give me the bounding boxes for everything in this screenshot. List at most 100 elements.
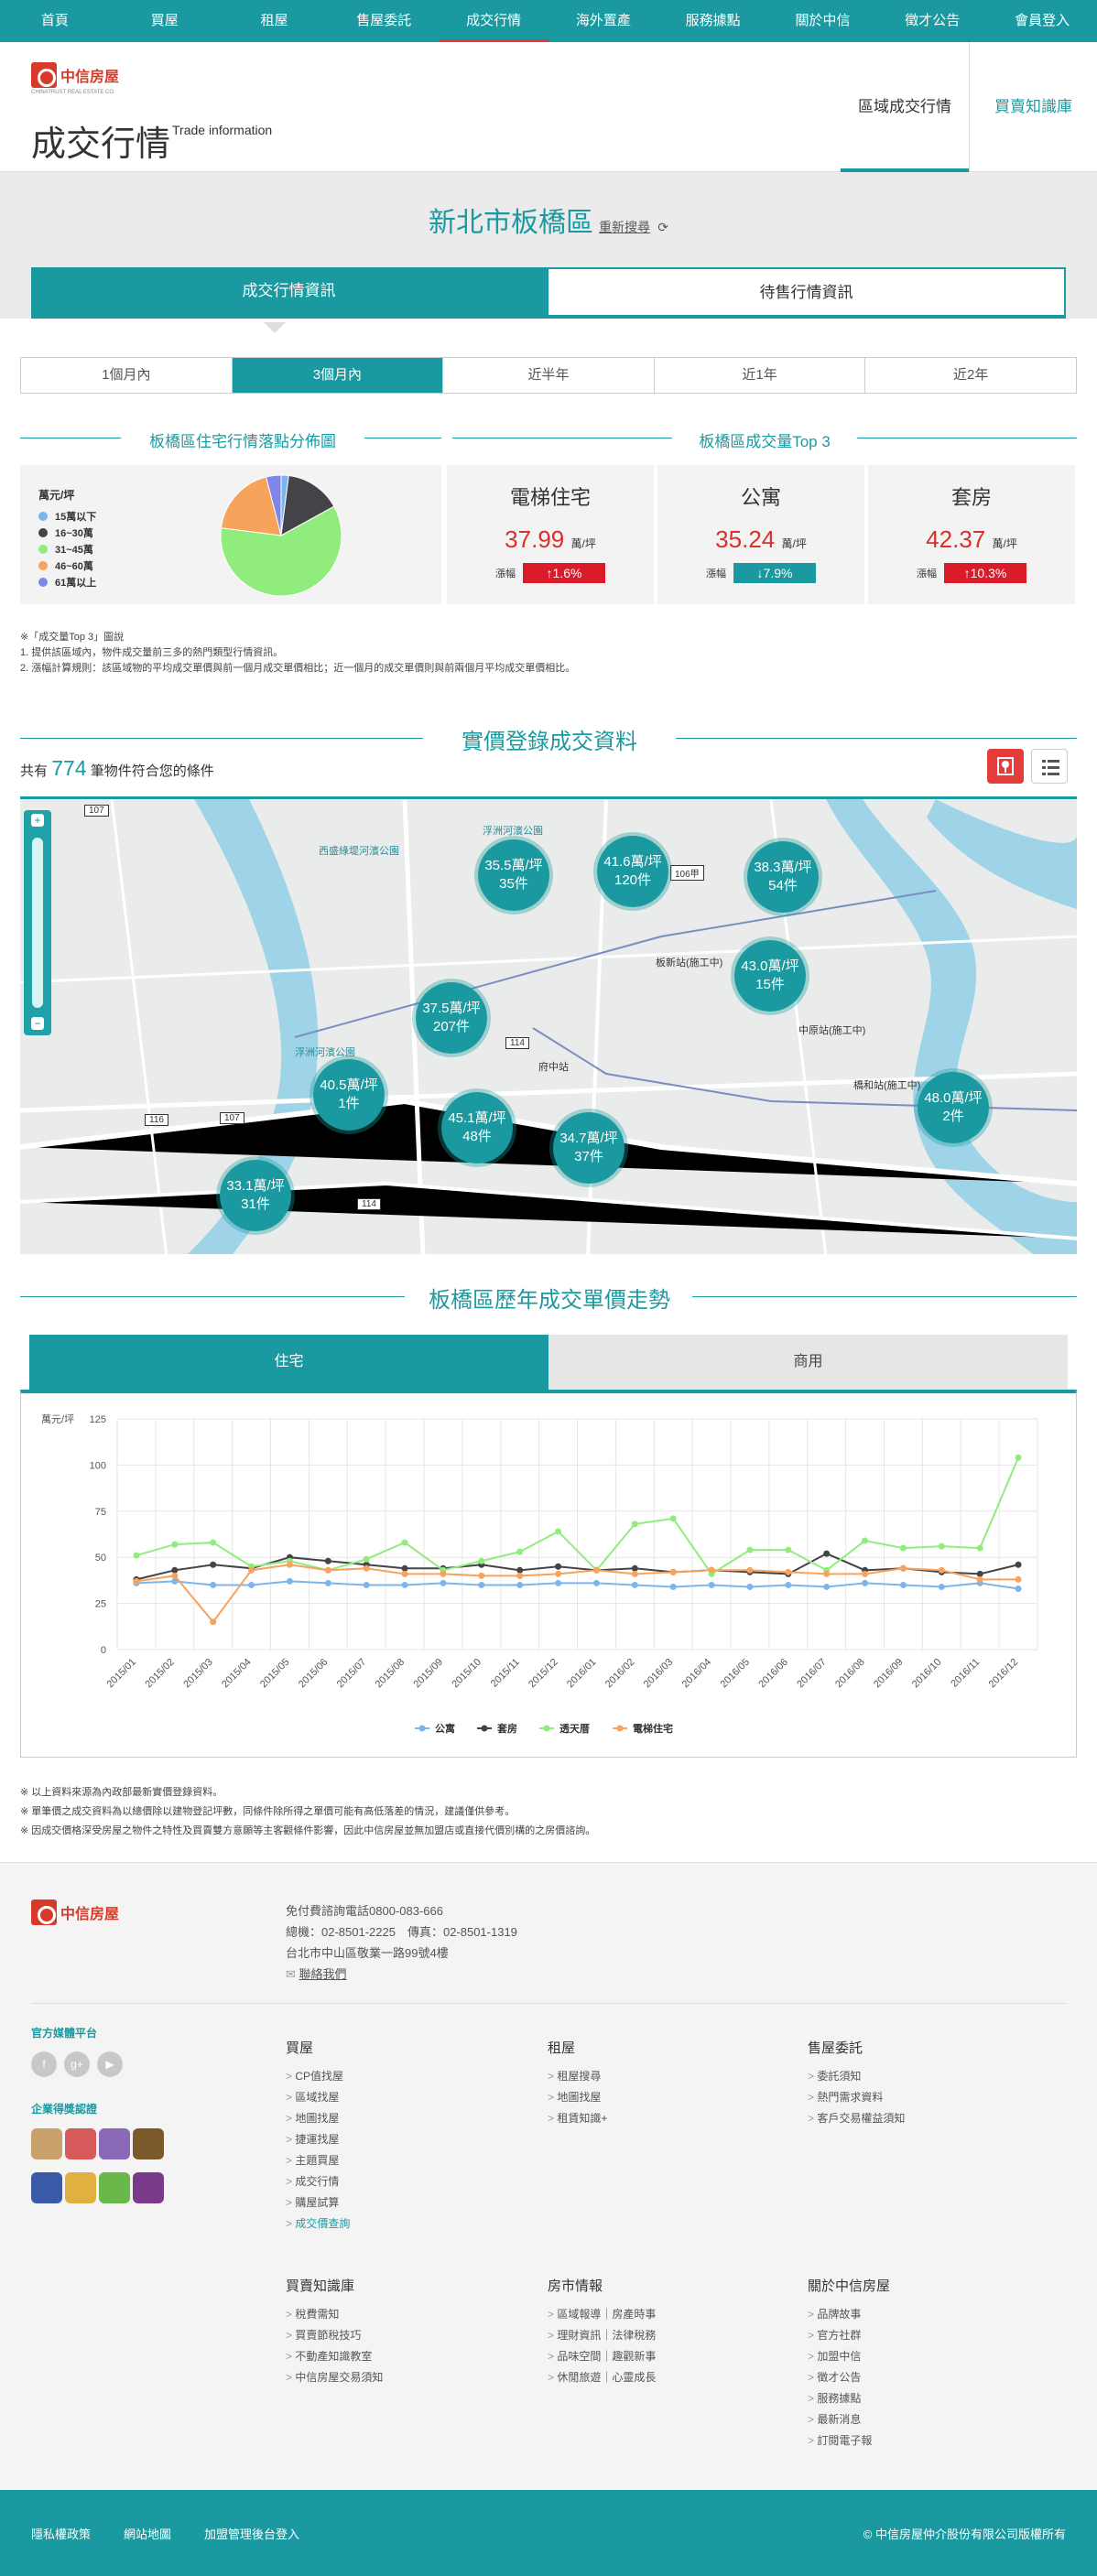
footer-link[interactable]: 休閒旅遊｜心靈成長 xyxy=(548,2367,656,2388)
top3-card: 電梯住宅 37.99 萬/坪 漲幅 ↑1.6% xyxy=(447,465,654,604)
footer-link[interactable]: 成交價查詢 xyxy=(286,2213,350,2235)
footer-link[interactable]: 中信房屋交易須知 xyxy=(286,2367,383,2388)
nav-overseas[interactable]: 海外置產 xyxy=(548,0,658,42)
contact-link[interactable]: ✉ 聯絡我們 xyxy=(286,1964,517,1985)
footer-link[interactable]: 加盟中信 xyxy=(808,2346,890,2367)
map-cluster[interactable]: 48.0萬/坪 2件 xyxy=(914,1068,993,1147)
disclaimers: ※ 以上資料來源為內政部最新實價登錄資料。 ※ 單筆價之成交資料為以總價除以建物… xyxy=(20,1787,596,1836)
nav-trade[interactable]: 成交行情 xyxy=(439,0,548,42)
map-label: 橋和站(施工中) xyxy=(853,1080,921,1091)
sitemap-link[interactable]: 網站地圖 xyxy=(124,2525,171,2542)
x-tick-label: 2015/01 xyxy=(104,1657,138,1691)
nav-login[interactable]: 會員登入 xyxy=(987,0,1097,42)
footer-link[interactable]: 品味空間｜趣觀新事 xyxy=(548,2346,656,2367)
x-tick-label: 2016/07 xyxy=(795,1657,829,1691)
legend-marker xyxy=(418,1725,426,1732)
list-view-button[interactable] xyxy=(1031,749,1068,784)
map-cluster[interactable]: 38.3萬/坪 54件 xyxy=(744,838,822,916)
link-knowledge[interactable]: 買賣知識庫 xyxy=(969,42,1097,172)
footer-link[interactable]: 稅費需知 xyxy=(286,2304,383,2325)
footer-link[interactable]: 熱門需求資料 xyxy=(808,2087,905,2108)
footer-link[interactable]: 主題買屋 xyxy=(286,2150,350,2171)
googleplus-icon[interactable]: g+ xyxy=(64,2051,90,2077)
road-shield: 116 xyxy=(145,1114,168,1126)
map-zoom-control[interactable]: + − xyxy=(24,810,51,1035)
pie-legend-item: 46~60萬 xyxy=(38,558,93,573)
nav-buy[interactable]: 買屋 xyxy=(110,0,220,42)
map-cluster[interactable]: 35.5萬/坪 35件 xyxy=(474,836,553,915)
footer-link[interactable]: 購屋試算 xyxy=(286,2192,350,2213)
period-3m[interactable]: 3個月內 xyxy=(232,358,444,393)
mail-icon: ✉ xyxy=(286,1967,296,1981)
tab-residential[interactable]: 住宅 xyxy=(29,1335,548,1390)
map-cluster[interactable]: 34.7萬/坪 37件 xyxy=(549,1109,628,1187)
footer-link[interactable]: 不動產知識教室 xyxy=(286,2346,383,2367)
zoom-out-icon[interactable]: − xyxy=(31,1017,44,1030)
data-point xyxy=(785,1546,792,1553)
brand-name: 中信房屋 xyxy=(60,70,120,85)
data-point xyxy=(899,1581,907,1588)
reselect-link[interactable]: 重新搜尋 xyxy=(599,220,650,234)
footer-link[interactable]: 官方社群 xyxy=(808,2325,890,2346)
footer-link[interactable]: 訂閱電子報 xyxy=(808,2430,890,2452)
map-cluster[interactable]: 33.1萬/坪 31件 xyxy=(216,1156,295,1235)
footer-link[interactable]: 客戶交易權益須知 xyxy=(808,2108,905,2129)
map-area[interactable]: 浮洲河濱公園 浮洲河濱公園 西盛綠堤河濱公園 板新站(施工中) 中原站(施工中)… xyxy=(20,796,1077,1254)
period-6m[interactable]: 近半年 xyxy=(443,358,655,393)
nav-about[interactable]: 關於中信 xyxy=(768,0,878,42)
footer-link[interactable]: 區域報導｜房產時事 xyxy=(548,2304,656,2325)
footer-link[interactable]: 最新消息 xyxy=(808,2409,890,2430)
period-2y[interactable]: 近2年 xyxy=(865,358,1076,393)
nav-sell[interactable]: 售屋委託 xyxy=(329,0,439,42)
footer-link[interactable]: 地圖找屋 xyxy=(286,2108,350,2129)
footer-link[interactable]: 捷運找屋 xyxy=(286,2129,350,2150)
period-1m[interactable]: 1個月內 xyxy=(21,358,233,393)
footer-link[interactable]: 租屋搜尋 xyxy=(548,2066,607,2087)
x-tick-label: 2015/05 xyxy=(258,1657,292,1691)
brand-logo[interactable]: 中信房屋 xyxy=(31,62,119,88)
refresh-icon[interactable]: ⟳ xyxy=(657,220,668,234)
nav-stores[interactable]: 服務據點 xyxy=(658,0,768,42)
privacy-link[interactable]: 隱私權政策 xyxy=(31,2525,91,2542)
tab-trade-info[interactable]: 成交行情資訊 xyxy=(31,267,547,315)
footer-link[interactable]: 區域找屋 xyxy=(286,2087,350,2108)
footer-link[interactable]: 服務據點 xyxy=(808,2388,890,2409)
award-badge xyxy=(99,2172,130,2203)
footer-link[interactable]: 理財資訊｜法律稅務 xyxy=(548,2325,656,2346)
map-label: 西盛綠堤河濱公園 xyxy=(319,846,399,857)
map-cluster[interactable]: 40.5萬/坪 1件 xyxy=(310,1055,388,1134)
map-cluster[interactable]: 43.0萬/坪 15件 xyxy=(731,936,809,1015)
footer-link[interactable]: 成交行情 xyxy=(286,2171,350,2192)
footer-link[interactable]: CP值找屋 xyxy=(286,2066,350,2087)
nav-home[interactable]: 首頁 xyxy=(0,0,110,42)
zoom-slider[interactable] xyxy=(32,838,43,1008)
nav-jobs[interactable]: 徵才公告 xyxy=(877,0,987,42)
facebook-icon[interactable]: f xyxy=(31,2051,57,2077)
award-badge xyxy=(99,2128,130,2159)
data-point xyxy=(210,1581,217,1588)
data-point xyxy=(938,1566,945,1574)
footer-link[interactable]: 徵才公告 xyxy=(808,2367,890,2388)
franchise-login-link[interactable]: 加盟管理後台登入 xyxy=(204,2525,299,2542)
footer-link[interactable]: 地圖找屋 xyxy=(548,2087,607,2108)
footer-link[interactable]: 租賃知識+ xyxy=(548,2108,607,2129)
data-point xyxy=(938,1542,945,1550)
map-cluster[interactable]: 37.5萬/坪 207件 xyxy=(412,979,491,1057)
period-1y[interactable]: 近1年 xyxy=(655,358,866,393)
youtube-icon[interactable]: ▶ xyxy=(97,2051,123,2077)
tab-commercial[interactable]: 商用 xyxy=(548,1335,1068,1390)
map-cluster[interactable]: 45.1萬/坪 48件 xyxy=(438,1088,516,1167)
link-area-trade[interactable]: 區域成交行情 xyxy=(841,42,969,172)
map-cluster[interactable]: 41.6萬/坪 120件 xyxy=(593,832,672,911)
zoom-in-icon[interactable]: + xyxy=(31,814,44,827)
map-view-button[interactable] xyxy=(987,749,1024,784)
tab-for-sale-info[interactable]: 待售行情資訊 xyxy=(547,267,1066,315)
data-point xyxy=(938,1583,945,1590)
legend-marker xyxy=(616,1725,624,1732)
footer-link[interactable]: 委託須知 xyxy=(808,2066,905,2087)
footer-logo[interactable]: 中信房屋 xyxy=(31,1900,119,1925)
footer-link[interactable]: 品牌故事 xyxy=(808,2304,890,2325)
nav-rent[interactable]: 租屋 xyxy=(220,0,330,42)
footer-link[interactable]: 買賣節稅技巧 xyxy=(286,2325,383,2346)
data-point xyxy=(785,1581,792,1588)
